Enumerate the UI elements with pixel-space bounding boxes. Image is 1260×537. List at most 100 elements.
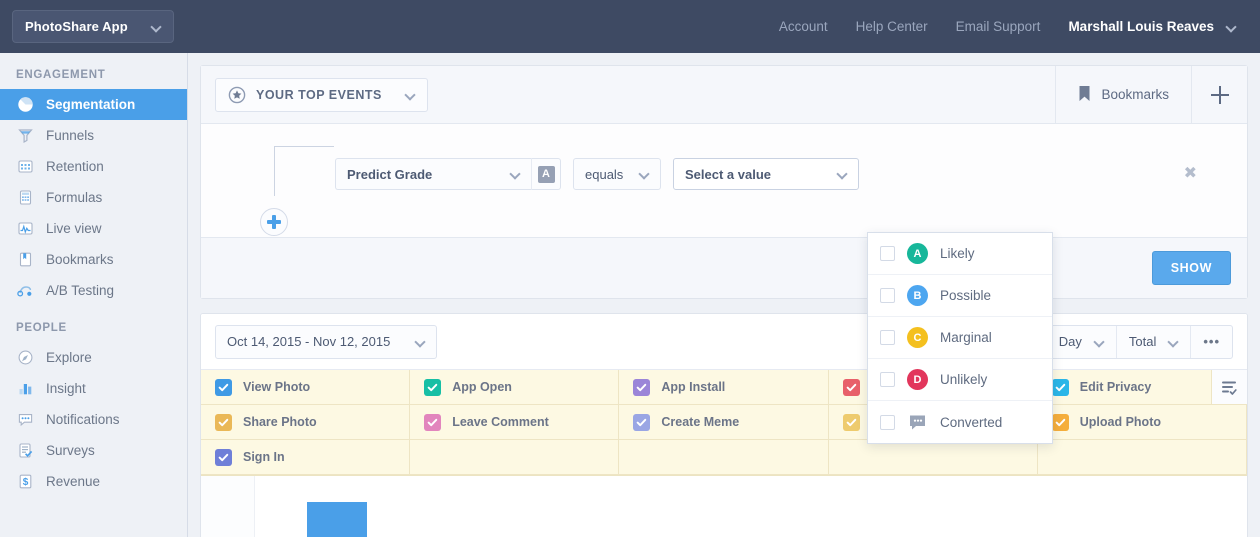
value-option-grade-badge: B: [907, 285, 928, 306]
event-legend-checkbox[interactable]: [1051, 413, 1069, 431]
event-legend-label: App Open: [452, 380, 512, 394]
value-option-checkbox[interactable]: [880, 414, 895, 430]
sidebar-item-insight[interactable]: Insight: [0, 373, 187, 404]
value-option-row[interactable]: B Possible: [868, 275, 1052, 317]
value-option-grade-badge: D: [907, 369, 928, 390]
event-legend-chip[interactable]: Sign In: [201, 440, 411, 475]
nav-link-account[interactable]: Account: [765, 0, 842, 53]
sidebar-item-retention[interactable]: Retention: [0, 151, 187, 182]
sidebar-item-bookmarks[interactable]: Bookmarks: [0, 244, 187, 275]
event-legend-chip[interactable]: Leave Comment: [410, 405, 620, 440]
sidebar: ENGAGEMENT Segmentation Funnels Retentio…: [0, 53, 188, 537]
filter-property-type-badge[interactable]: A: [531, 158, 561, 190]
chevron-down-icon: [1168, 337, 1178, 347]
event-legend-chip[interactable]: Upload Photo: [1037, 405, 1247, 440]
ab-test-icon: [16, 282, 34, 300]
bookmarks-label: Bookmarks: [1101, 87, 1169, 102]
sidebar-item-notifications[interactable]: Notifications: [0, 404, 187, 435]
event-legend-checkbox[interactable]: [215, 448, 232, 466]
compass-icon: [16, 349, 34, 367]
value-option-row[interactable]: A Likely: [868, 233, 1052, 275]
event-legend-chip[interactable]: Create Meme: [619, 405, 829, 440]
date-range-select[interactable]: Oct 14, 2015 - Nov 12, 2015: [215, 324, 437, 359]
interval-value: Day: [1058, 334, 1082, 349]
event-legend-checkbox[interactable]: [424, 413, 442, 431]
value-option-checkbox[interactable]: [880, 246, 895, 261]
event-legend-label: Upload Photo: [1079, 415, 1161, 429]
filter-value-placeholder: Select a value: [685, 166, 771, 182]
svg-text:$: $: [22, 477, 28, 488]
sidebar-item-segmentation[interactable]: Segmentation: [0, 89, 187, 120]
top-bar: PhotoShare App Account Help Center Email…: [0, 0, 1260, 53]
filter-property-value: Predict Grade: [347, 166, 433, 182]
value-option-label: Marginal: [940, 330, 992, 345]
survey-icon: [16, 442, 34, 460]
filter-value-select[interactable]: Select a value: [673, 158, 859, 190]
event-legend-label: Edit Privacy: [1079, 380, 1152, 394]
value-option-row[interactable]: Converted: [868, 401, 1052, 443]
event-legend-chip[interactable]: Share Photo: [201, 405, 411, 440]
bookmarks-button[interactable]: Bookmarks: [1055, 65, 1191, 124]
more-options-button[interactable]: •••: [1191, 326, 1232, 358]
event-legend-checkbox[interactable]: [842, 413, 860, 431]
event-legend-chip[interactable]: App Install: [619, 370, 829, 405]
sidebar-item-funnels[interactable]: Funnels: [0, 120, 187, 151]
value-option-checkbox[interactable]: [880, 330, 895, 345]
event-legend-checkbox[interactable]: [215, 378, 232, 396]
event-legend-checkbox[interactable]: [842, 378, 860, 396]
value-option-checkbox[interactable]: [880, 288, 895, 303]
sidebar-item-surveys[interactable]: Surveys: [0, 435, 187, 466]
user-name-label: Marshall Louis Reaves: [1068, 19, 1214, 34]
chevron-down-icon: [510, 169, 520, 179]
bookmark-icon: [16, 251, 34, 269]
chevron-down-icon: [1226, 22, 1236, 32]
nav-link-email-support[interactable]: Email Support: [942, 0, 1055, 53]
sidebar-item-explore[interactable]: Explore: [0, 342, 187, 373]
pie-chart-icon: [16, 96, 34, 114]
chevron-down-icon: [1094, 337, 1104, 347]
event-legend-checkbox[interactable]: [633, 378, 651, 396]
converted-icon: [907, 412, 928, 433]
remove-filter-button[interactable]: ✖: [1184, 166, 1197, 182]
calculator-icon: [16, 189, 34, 207]
event-legend-checkbox[interactable]: [633, 413, 651, 431]
sidebar-item-label: Surveys: [46, 443, 95, 458]
add-filter-button[interactable]: [260, 208, 288, 236]
report-header: Oct 14, 2015 - Nov 12, 2015 Day Total ••…: [201, 314, 1247, 370]
app-switcher-button[interactable]: PhotoShare App: [12, 10, 174, 43]
value-option-row[interactable]: C Marginal: [868, 317, 1052, 359]
measure-select[interactable]: Total: [1117, 325, 1192, 358]
sidebar-item-ab-testing[interactable]: A/B Testing: [0, 275, 187, 306]
add-report-button[interactable]: [1191, 65, 1247, 124]
filter-operator-select[interactable]: equals: [573, 158, 661, 190]
interval-select[interactable]: Day: [1047, 325, 1117, 358]
user-menu-button[interactable]: Marshall Louis Reaves: [1054, 0, 1242, 53]
value-option-row[interactable]: D Unlikely: [868, 359, 1052, 401]
date-range-value: Oct 14, 2015 - Nov 12, 2015: [227, 334, 391, 349]
chart-bar[interactable]: [307, 502, 367, 537]
event-legend-filter-button[interactable]: [1211, 370, 1247, 405]
sidebar-item-live-view[interactable]: Live view: [0, 213, 187, 244]
filter-operator-value: equals: [585, 166, 624, 182]
show-button[interactable]: SHOW: [1151, 251, 1231, 285]
top-events-selector[interactable]: YOUR TOP EVENTS: [215, 77, 428, 112]
event-legend-chip[interactable]: View Photo: [201, 370, 411, 405]
nav-link-help-center[interactable]: Help Center: [842, 0, 942, 53]
filter-value-dropdown: A Likely B Possible C Marginal D Unlikely Conver…: [867, 232, 1053, 444]
sidebar-item-label: Revenue: [46, 474, 101, 489]
event-legend-checkbox[interactable]: [424, 378, 442, 396]
value-option-checkbox[interactable]: [880, 372, 895, 387]
segmentation-builder-card: YOUR TOP EVENTS Bookmarks Predict Grade …: [200, 65, 1248, 299]
filter-property-select[interactable]: Predict Grade: [335, 158, 531, 190]
plus-icon: [1210, 85, 1229, 104]
sidebar-item-revenue[interactable]: $ Revenue: [0, 466, 187, 497]
event-legend-checkbox[interactable]: [1051, 378, 1069, 396]
event-legend-chip[interactable]: App Open: [410, 370, 620, 405]
bar-chart-icon: [16, 380, 34, 398]
event-legend-empty-cell: [828, 440, 1038, 475]
sidebar-item-formulas[interactable]: Formulas: [0, 182, 187, 213]
dollar-icon: $: [16, 473, 34, 491]
value-option-label: Possible: [940, 288, 992, 303]
chevron-down-icon: [415, 337, 425, 347]
event-legend-checkbox[interactable]: [215, 413, 232, 431]
